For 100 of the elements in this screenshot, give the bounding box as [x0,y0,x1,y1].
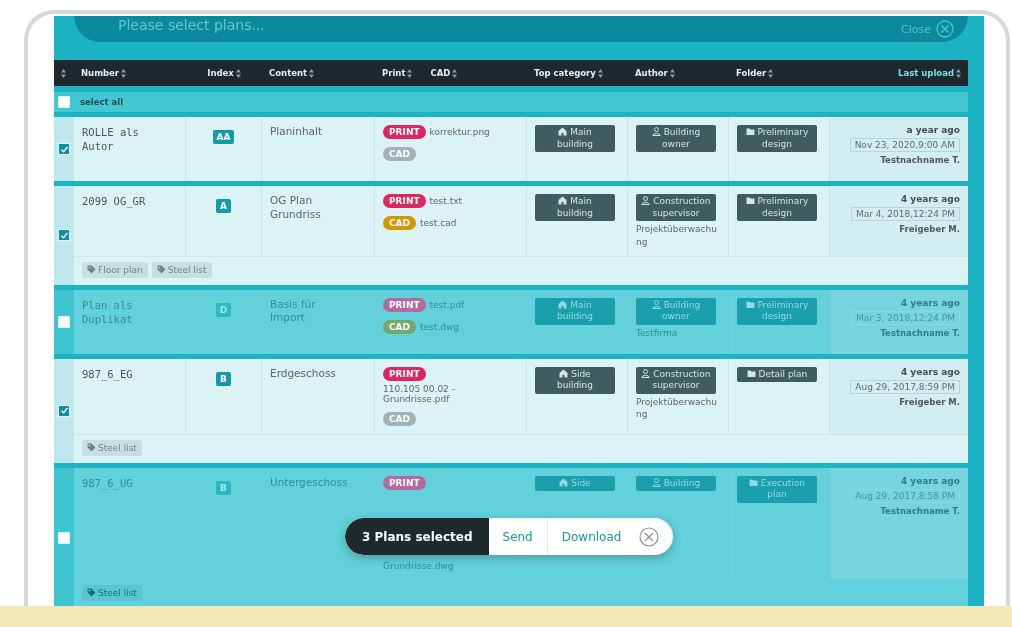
folder-tag: Execution plan [737,475,817,504]
folder-icon [745,127,755,136]
upload-date: Aug 29, 2017,8:59 PM [850,379,960,394]
home-icon [559,368,569,378]
plan-number: ROLLE als Autor [82,125,140,154]
plan-number: 987_6_EG [82,366,134,381]
category-tag: Side building [535,366,615,395]
select-all-label: select all [80,97,124,107]
selection-count: 3 Plans selected [345,518,489,555]
print-badge: PRINT [383,297,426,312]
sort-icon [235,68,241,78]
upload-age: a year ago [906,125,960,135]
plan-number: Plan als Duplikat [82,297,134,326]
column-header[interactable]: Author [635,68,675,78]
action-link[interactable]: Download [546,518,636,555]
tag-icon [87,265,96,275]
author-tag: Building [636,475,716,492]
table-row[interactable]: ROLLE als Autor AA Planinhalt PRINT korrektur.png CAD Main building Building owner Preliminary design a year ago Nov 23, 2020,9:00 AM Testnachname T. [54,117,968,181]
tag-icon [156,265,166,275]
file-name[interactable]: korrektur.png [429,127,490,137]
action-link[interactable]: Send [488,518,547,555]
checkbox[interactable] [58,96,70,108]
plan-content: Basis für Import [270,297,317,325]
print-badge: PRINT [383,366,426,381]
plan-tag[interactable]: Steel list [151,261,212,278]
uploader-name: Freigeber M. [899,396,960,407]
checkbox[interactable] [58,404,70,417]
tag-icon [87,588,96,598]
person-icon [651,299,661,309]
cad-badge: CAD [383,147,417,161]
file-name[interactable]: test.txt [429,196,463,206]
table-row[interactable] [54,186,968,285]
author-tag: Construction supervisor [636,194,716,222]
plan-content: Erdgeschoss [270,366,337,381]
sort-icon [768,68,774,78]
plan-content: OG Plan Grundriss [270,194,322,222]
author-tag: Building owner [636,297,716,326]
column-header[interactable]: Print [382,68,413,78]
column-header[interactable]: Index [207,68,241,78]
column-header[interactable]: Number [81,68,127,78]
file-name[interactable]: 110.105 00.02 - Grundrisse.pdf [383,383,518,404]
uploader-name: Testnachname T. [880,155,960,165]
folder-icon [749,477,758,487]
print-badge: PRINT [383,125,426,139]
home-icon [559,477,569,487]
file-name[interactable]: test.cad [420,218,457,228]
index-badge: D [215,302,232,317]
checkbox[interactable] [58,315,70,328]
header-title: Please select plans... [118,17,265,33]
author-tag: Construction supervisor [636,366,716,395]
checkbox[interactable] [58,229,70,242]
sort-icon [407,68,413,78]
folder-tag: Preliminary design [737,297,817,326]
uploader-name: Freigeber M. [899,224,960,234]
author-tag: Building owner [636,125,716,153]
column-header[interactable]: CAD [430,68,458,78]
plan-tag[interactable]: Steel list [82,439,142,456]
print-badge: PRINT [383,475,426,490]
index-badge: A [216,199,231,213]
uploader-name: Testnachname T. [880,505,960,516]
home-icon [558,299,568,309]
plan-tag[interactable]: Floor plan [82,261,148,278]
folder-icon [746,368,756,378]
folder-tag: Detail plan [737,366,817,383]
print-badge: PRINT [383,194,426,208]
folder-icon [745,196,755,205]
upload-age: 4 years ago [900,366,960,377]
sort-icon [452,68,458,78]
home-icon [558,127,568,136]
sort-icon [61,68,66,78]
plan-tag[interactable]: Steel list [82,584,142,601]
tag-icon [87,443,96,453]
person-icon [651,127,661,136]
checkbox[interactable] [58,143,70,155]
sort-icon [309,68,315,78]
plan-content: Planinhalt [270,125,324,139]
column-header[interactable]: Top category [534,68,603,78]
person-icon [651,477,661,487]
person-icon [641,368,651,378]
upload-age: 4 years ago [900,475,960,486]
column-header[interactable]: Last upload [898,68,961,78]
index-badge: B [216,371,231,386]
person-icon [641,196,651,205]
sort-icon [597,68,603,78]
folder-tag: Preliminary design [737,194,817,222]
upload-age: 4 years ago [900,297,960,308]
column-header[interactable] [61,68,66,78]
sort-icon [121,68,127,78]
author-company: Projektüberwachung [636,223,718,248]
checkbox[interactable] [58,531,70,544]
uploader-name: Testnachname T. [880,327,960,338]
category-tag: Main building [535,125,615,153]
column-header[interactable]: Content [269,68,315,78]
column-header[interactable]: Folder [736,68,774,78]
close-icon [936,20,954,38]
folder-tag: Preliminary design [737,125,817,153]
cad-badge: CAD [383,319,417,334]
table-row[interactable]: 987_6_EG B Erdgeschoss PRINT 110.105 00.02 - Grundrisse.pdf CAD Side building Construction supervisor Projektüberwachung Detail plan 4 years ago Aug 29, 2017,8:59 PM Freigeber M. Steel list [54,358,968,463]
folder-icon [745,299,755,309]
cad-badge: CAD [383,216,417,230]
